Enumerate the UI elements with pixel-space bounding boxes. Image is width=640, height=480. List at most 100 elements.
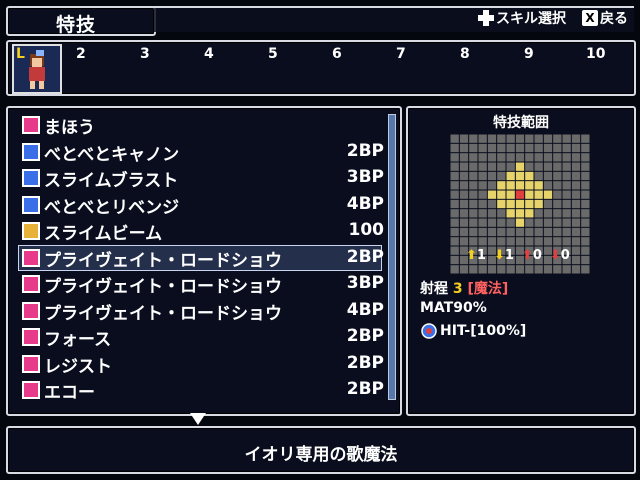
range-cell (487, 218, 497, 227)
party-slot-2[interactable]: 2 (76, 46, 86, 62)
party-slot-9[interactable]: 9 (524, 46, 534, 62)
skill-row[interactable]: プライヴェイト・ロードショウ 3BP (8, 271, 400, 297)
party-slot-leader[interactable]: L (12, 44, 62, 94)
vo-icon (22, 328, 40, 346)
range-cell (478, 218, 487, 227)
skill-row[interactable]: べとべとリベンジ 4BP (8, 192, 400, 218)
range-cell (562, 143, 571, 153)
range-cell (571, 227, 581, 237)
range-cell (469, 181, 478, 190)
skill-cost: 100 (348, 220, 385, 240)
skill-row[interactable]: スライムビーム 100 (8, 218, 400, 244)
skill-row[interactable]: プライヴェイト・ロードショウ 2BP (8, 244, 400, 271)
skill-row[interactable]: プライヴェイト・ロードショウ 4BP (8, 298, 400, 324)
range-cell (515, 209, 525, 218)
range-cell (497, 265, 506, 274)
range-cell (459, 265, 469, 274)
skill-name: スライムブラスト (44, 171, 179, 191)
skill-cost: 4BP (346, 193, 384, 214)
range-cell (487, 134, 497, 143)
skill-row[interactable]: まほう (8, 112, 400, 138)
range-cell (459, 181, 469, 190)
range-cell (506, 190, 515, 199)
range-cell (581, 134, 590, 143)
range-cell (506, 237, 515, 246)
skill-row[interactable]: べとべとキャノン 2BP (8, 139, 400, 165)
range-cell (506, 143, 515, 153)
range-cell (497, 162, 506, 171)
range-cell (581, 181, 590, 190)
range-cell (450, 134, 459, 143)
range-cell (459, 134, 469, 143)
range-cell (543, 153, 553, 162)
range-cell (459, 143, 469, 153)
party-slot-5[interactable]: 5 (268, 46, 278, 62)
range-cell (571, 162, 581, 171)
range-cell (450, 246, 459, 255)
range-cell (534, 209, 543, 218)
skill-icon (22, 195, 40, 214)
range-cell (543, 181, 553, 190)
skill-row[interactable]: スライムブラスト 3BP (8, 165, 400, 191)
skill-row[interactable]: フォース 2BP (8, 324, 400, 350)
range-cell (562, 162, 571, 171)
x-button-icon: X (582, 10, 598, 26)
range-cell (450, 265, 459, 274)
skill-name: べとべとリベンジ (44, 197, 180, 218)
range-cell (525, 237, 534, 246)
range-cell (543, 265, 553, 274)
range-cell (543, 190, 553, 199)
range-cell (497, 181, 506, 190)
party-slot-6[interactable]: 6 (332, 46, 342, 62)
range-cell (553, 153, 562, 162)
range-cell (534, 218, 543, 227)
hit-line: HIT-[100%] (420, 322, 526, 340)
range-cell (506, 265, 515, 274)
party-slot-7[interactable]: 7 (396, 46, 406, 62)
range-cell (469, 227, 478, 237)
range-cell (553, 199, 562, 209)
range-cell (450, 171, 459, 181)
stat-modifiers: ⬆1 ⬇1 ⬆0 ⬇0 (466, 248, 570, 263)
party-slot-3[interactable]: 3 (140, 46, 150, 62)
range-cell (469, 265, 478, 274)
range-cell (450, 181, 459, 190)
range-cell (515, 190, 525, 199)
party-slot-8[interactable]: 8 (460, 46, 470, 62)
up-arrow-icon: ⬆ (521, 248, 533, 263)
range-cell (450, 153, 459, 162)
hit-icon (421, 323, 437, 339)
range-cell (562, 190, 571, 199)
range-cell (478, 237, 487, 246)
range-cell (450, 237, 459, 246)
skill-select-hint[interactable]: スキル選択 (478, 8, 566, 28)
down-arrow-icon: ⬇ (549, 248, 561, 263)
range-cell (581, 199, 590, 209)
skill-cost: 3BP (346, 167, 384, 187)
range-cell (543, 162, 553, 171)
range-cell (525, 218, 534, 227)
range-cell (553, 181, 562, 190)
range-cell (543, 209, 553, 218)
mat-line: MAT90% (420, 300, 487, 316)
range-cell (534, 162, 543, 171)
back-hint[interactable]: X 戻る (582, 8, 628, 28)
skill-row[interactable]: エコー 2BP (8, 377, 400, 403)
range-cell (497, 190, 506, 199)
music-plus2-icon (22, 301, 40, 320)
party-slot-10[interactable]: 10 (586, 46, 605, 62)
beam-icon (22, 222, 40, 240)
skill-row[interactable]: レジスト 2BP (8, 351, 400, 377)
range-cell (553, 134, 562, 143)
range-cell (469, 190, 478, 199)
range-cell (581, 237, 590, 246)
range-cell (571, 255, 581, 265)
range-cell (469, 171, 478, 181)
range-cell (450, 209, 459, 218)
range-cell (571, 218, 581, 227)
party-slot-4[interactable]: 4 (204, 46, 214, 62)
stat-modifier-3: ⬆0 (521, 248, 542, 263)
range-cell (515, 171, 525, 181)
range-cell (515, 143, 525, 153)
range-cell (487, 237, 497, 246)
